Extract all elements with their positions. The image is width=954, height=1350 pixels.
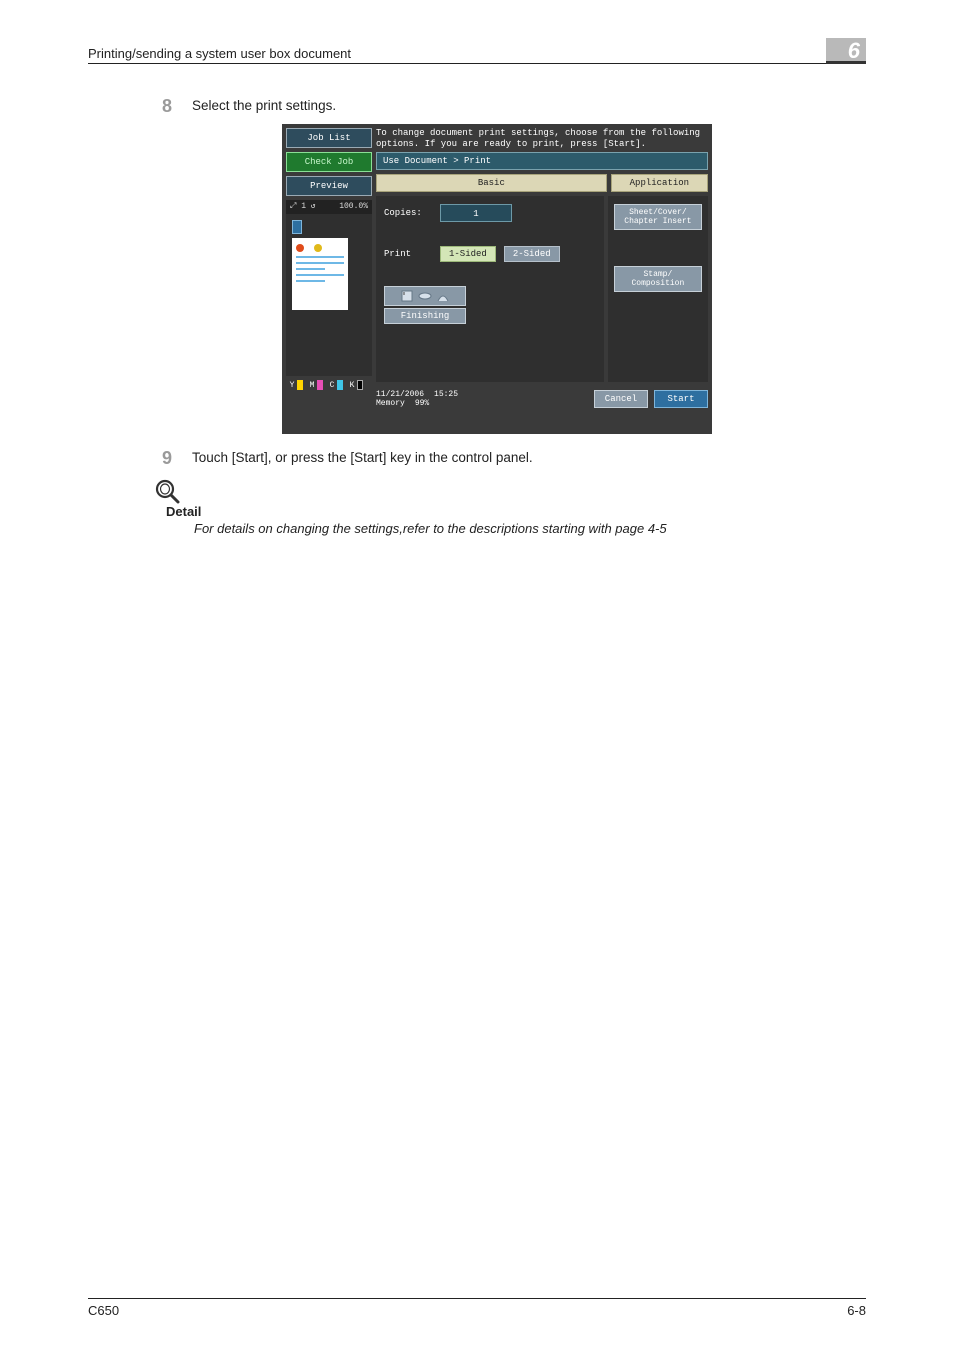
print-label: Print	[384, 249, 432, 259]
status-block: 11/21/2006 15:25 Memory 99%	[376, 390, 458, 408]
page-count-icon	[292, 220, 302, 234]
text-line-icon	[296, 268, 325, 270]
punch-icon	[418, 289, 432, 303]
check-job-button[interactable]: Check Job	[286, 152, 372, 172]
step-9: 9 Touch [Start], or press the [Start] ke…	[154, 448, 866, 468]
breadcrumb: Use Document > Print	[376, 152, 708, 170]
zoom-bar: ⤢ 1 ↺ 100.0%	[286, 200, 372, 214]
toner-y-icon	[297, 380, 303, 390]
step-number: 9	[154, 448, 172, 468]
finishing-label: Finishing	[384, 308, 466, 324]
memory-value: 99%	[415, 399, 429, 408]
printer-ui-screenshot: Job List Check Job Preview ⤢ 1 ↺ 100.0%	[282, 124, 866, 434]
stamp-composition-button[interactable]: Stamp/ Composition	[614, 266, 702, 292]
zoom-icons: ⤢ 1 ↺	[290, 200, 316, 214]
note-title: Detail	[166, 504, 866, 519]
toner-k-label: K	[348, 381, 356, 390]
toner-y-label: Y	[288, 381, 296, 390]
magnifier-icon	[154, 478, 180, 504]
note-text: For details on changing the settings,ref…	[194, 521, 866, 536]
toner-k-icon	[357, 380, 363, 390]
tab-application[interactable]: Application	[611, 174, 708, 192]
fold-icon	[436, 289, 450, 303]
step-text: Select the print settings.	[192, 96, 336, 116]
dot-icon	[296, 244, 304, 252]
sheet-cover-chapter-button[interactable]: Sheet/Cover/ Chapter Insert	[614, 204, 702, 230]
instruction-text: To change document print settings, choos…	[376, 128, 708, 152]
toner-m-icon	[317, 380, 323, 390]
text-line-icon	[296, 274, 344, 276]
toner-m-label: M	[308, 381, 316, 390]
application-settings-pane: Sheet/Cover/ Chapter Insert Stamp/ Compo…	[608, 196, 708, 382]
dot-icon	[314, 244, 322, 252]
one-sided-button[interactable]: 1-Sided	[440, 246, 496, 262]
start-button[interactable]: Start	[654, 390, 708, 408]
status-time: 15:25	[434, 390, 458, 399]
toner-c-icon	[337, 380, 343, 390]
document-preview-icon	[292, 238, 348, 310]
copies-value[interactable]: 1	[440, 204, 512, 222]
text-line-icon	[296, 256, 344, 258]
toner-c-label: C	[328, 381, 336, 390]
detail-note: Detail For details on changing the setti…	[154, 478, 866, 536]
zoom-value: 100.0%	[339, 200, 368, 214]
step-text: Touch [Start], or press the [Start] key …	[192, 448, 533, 468]
step-8: 8 Select the print settings.	[154, 96, 866, 116]
chapter-number: 6	[826, 38, 866, 64]
page-header: Printing/sending a system user box docum…	[88, 38, 866, 64]
cancel-button[interactable]: Cancel	[594, 390, 648, 408]
finishing-button[interactable]: Finishing	[384, 286, 466, 324]
footer-page: 6-8	[847, 1303, 866, 1318]
tab-basic[interactable]: Basic	[376, 174, 607, 192]
basic-settings-pane: Copies: 1 Print 1-Sided 2-Sided	[376, 196, 604, 382]
header-title: Printing/sending a system user box docum…	[88, 46, 351, 61]
two-sided-button[interactable]: 2-Sided	[504, 246, 560, 262]
text-line-icon	[296, 262, 344, 264]
job-list-button[interactable]: Job List	[286, 128, 372, 148]
page-footer: C650 6-8	[88, 1298, 866, 1318]
status-date: 11/21/2006	[376, 390, 424, 399]
memory-label: Memory	[376, 399, 405, 408]
step-number: 8	[154, 96, 172, 116]
footer-model: C650	[88, 1303, 119, 1318]
preview-thumbnail	[286, 214, 372, 376]
copies-label: Copies:	[384, 208, 432, 218]
text-line-icon	[296, 280, 325, 282]
staple-icon	[400, 289, 414, 303]
preview-button[interactable]: Preview	[286, 176, 372, 196]
toner-levels: Y M C K	[286, 376, 372, 394]
